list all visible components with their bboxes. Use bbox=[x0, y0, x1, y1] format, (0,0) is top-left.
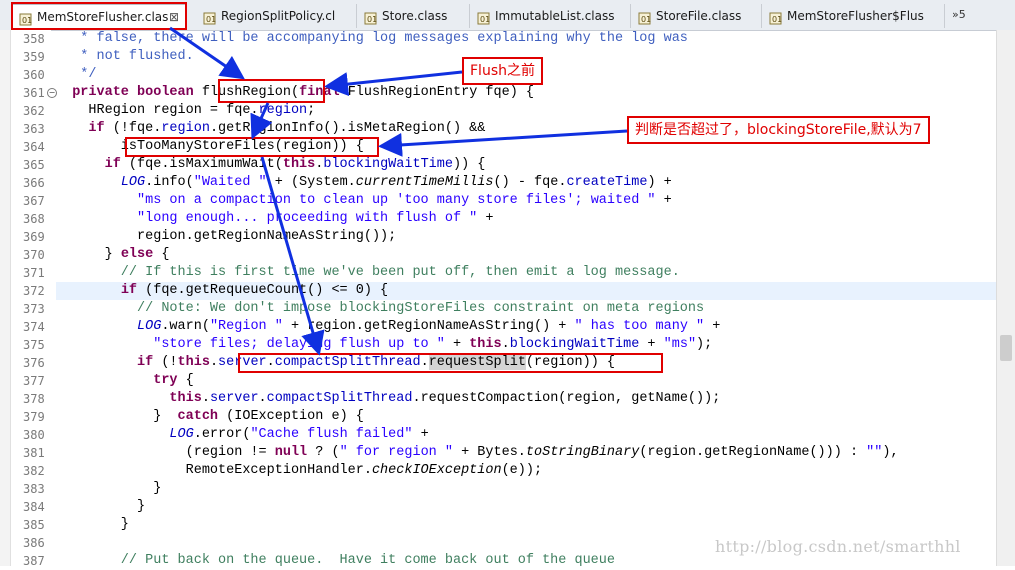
arrow-callout-to-istoomany bbox=[378, 129, 628, 157]
watermark: http://blog.csdn.net/smarthhl bbox=[715, 537, 961, 556]
arrow-flushregion-to-istoomany bbox=[250, 102, 273, 140]
arrow-callout-to-flushregion bbox=[324, 70, 463, 97]
arrow-tab-to-flushregion bbox=[169, 26, 245, 80]
arrow-istoomany-to-requestsplit bbox=[260, 156, 325, 356]
annotation-arrows bbox=[169, 26, 628, 356]
